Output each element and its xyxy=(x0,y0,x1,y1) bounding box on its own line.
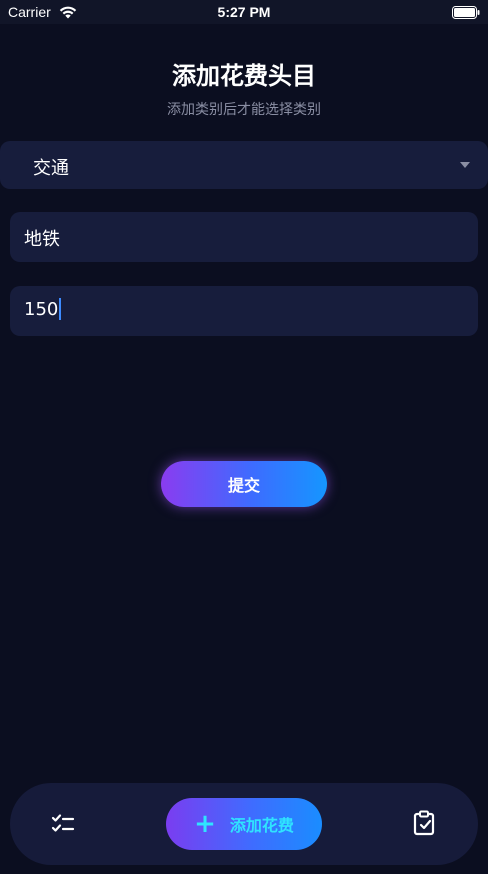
status-bar: Carrier 5:27 PM xyxy=(0,0,488,24)
battery-icon xyxy=(452,6,480,19)
page-subtitle: 添加类别后才能选择类别 xyxy=(167,102,321,118)
clipboard-check-icon[interactable] xyxy=(413,810,437,836)
checklist-icon[interactable] xyxy=(51,812,75,836)
submit-button[interactable]: 提交 xyxy=(161,461,327,507)
category-select-value: 交通 xyxy=(33,158,69,179)
add-expense-button[interactable]: + 添加花费 xyxy=(166,798,322,850)
text-caret xyxy=(59,297,62,320)
carrier-label: Carrier xyxy=(8,4,51,20)
expense-amount-field[interactable]: 150 xyxy=(10,286,478,336)
screen: Carrier 5:27 PM 添加花费头目 添加类别后才能选择类别 交通 地铁… xyxy=(0,0,488,874)
dropdown-arrow-icon xyxy=(460,162,470,168)
expense-amount-value-wrap: 150 xyxy=(24,297,62,320)
category-select[interactable]: 交通 xyxy=(0,141,488,189)
plus-icon: + xyxy=(194,809,216,839)
expense-name-field[interactable]: 地铁 xyxy=(10,212,478,262)
bottom-tab-bar: + 添加花费 xyxy=(10,783,478,865)
add-expense-label: 添加花费 xyxy=(229,816,294,835)
expense-amount-value: 150 xyxy=(24,299,59,320)
wifi-icon xyxy=(59,6,77,19)
page-title: 添加花费头目 xyxy=(172,62,316,90)
expense-name-value: 地铁 xyxy=(24,229,60,250)
